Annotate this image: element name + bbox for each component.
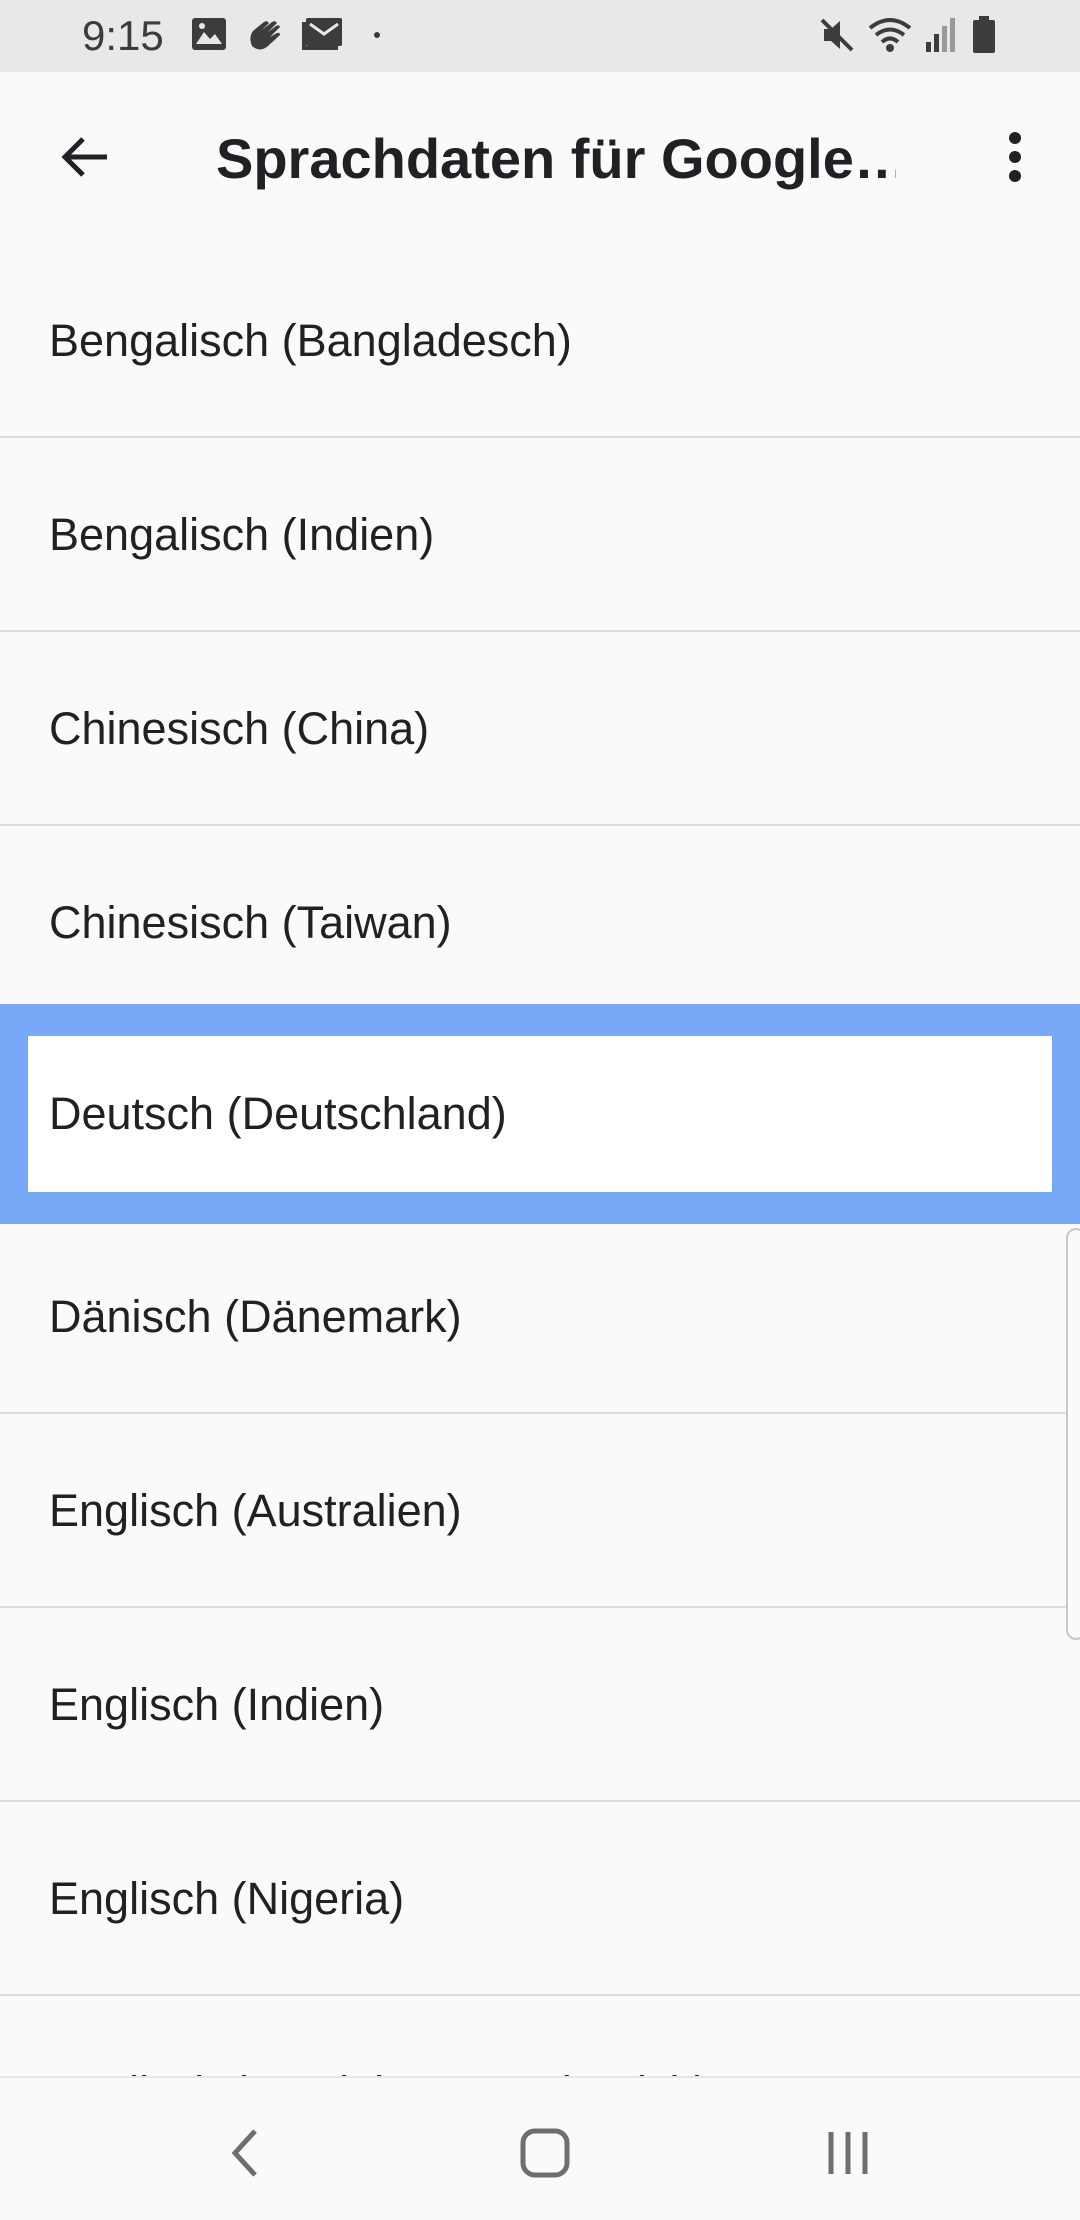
list-item-focused[interactable]: Deutsch (Deutschland) <box>0 1004 1080 1224</box>
list-item-label: Bengalisch (Bangladesch) <box>49 315 572 366</box>
status-bar: 9:15 <box>0 0 1080 72</box>
nav-home-button[interactable] <box>490 2108 600 2198</box>
list-item[interactable]: Englisch (Vereinigtes Königreich) <box>0 1996 1080 2076</box>
more-vert-icon <box>1009 132 1021 182</box>
page-title: Sprachdaten für Google… <box>216 127 896 190</box>
language-list: Bengalisch (Bangladesch) Bengalisch (Ind… <box>0 244 1080 2076</box>
list-item-label: Bengalisch (Indien) <box>49 509 435 560</box>
dot-icon <box>374 32 380 38</box>
mute-icon <box>820 18 854 52</box>
scrollbar-handle[interactable] <box>1066 1228 1080 1640</box>
back-nav-icon <box>231 2129 257 2177</box>
list-item[interactable]: Chinesisch (China) <box>0 632 1080 826</box>
back-button[interactable] <box>40 112 130 202</box>
list-item-label: Chinesisch (Taiwan) <box>49 897 452 948</box>
list-item[interactable]: Bengalisch (Bangladesch) <box>0 244 1080 438</box>
wifi-icon <box>868 18 912 52</box>
status-time: 9:15 <box>82 12 164 59</box>
list-item-label: Englisch (Nigeria) <box>49 1873 405 1924</box>
signal-icon <box>926 18 955 52</box>
nav-recents-button[interactable] <box>793 2108 903 2198</box>
app-bar: Sprachdaten für Google… <box>0 72 1080 244</box>
list-item-label: Englisch (Australien) <box>49 1485 462 1536</box>
hand-wave-icon <box>250 21 280 50</box>
list-item-label: Dänisch (Dänemark) <box>49 1291 462 1342</box>
more-options-button[interactable] <box>970 112 1060 202</box>
list-item[interactable]: Englisch (Indien) <box>0 1608 1080 1802</box>
list-item-label: Chinesisch (China) <box>49 703 430 754</box>
recents-icon <box>828 2132 868 2174</box>
list-item-label: Englisch (Indien) <box>49 1679 385 1730</box>
list-item[interactable]: Englisch (Nigeria) <box>0 1802 1080 1996</box>
arrow-back-icon <box>61 137 107 177</box>
image-icon <box>192 18 226 50</box>
list-item[interactable]: Englisch (Australien) <box>0 1414 1080 1608</box>
list-item[interactable]: Dänisch (Dänemark) <box>0 1220 1080 1414</box>
list-item-label: Englisch (Vereinigtes Königreich) <box>49 1996 709 2076</box>
list-item-label: Deutsch (Deutschland) <box>49 1088 507 1139</box>
nav-back-button[interactable] <box>190 2108 300 2198</box>
list-item[interactable]: Chinesisch (Taiwan) <box>0 826 1080 1020</box>
mail-icon <box>302 18 342 50</box>
battery-icon <box>973 16 995 53</box>
home-icon <box>520 2128 570 2178</box>
navigation-bar <box>0 2076 1080 2220</box>
list-item[interactable]: Bengalisch (Indien) <box>0 438 1080 632</box>
